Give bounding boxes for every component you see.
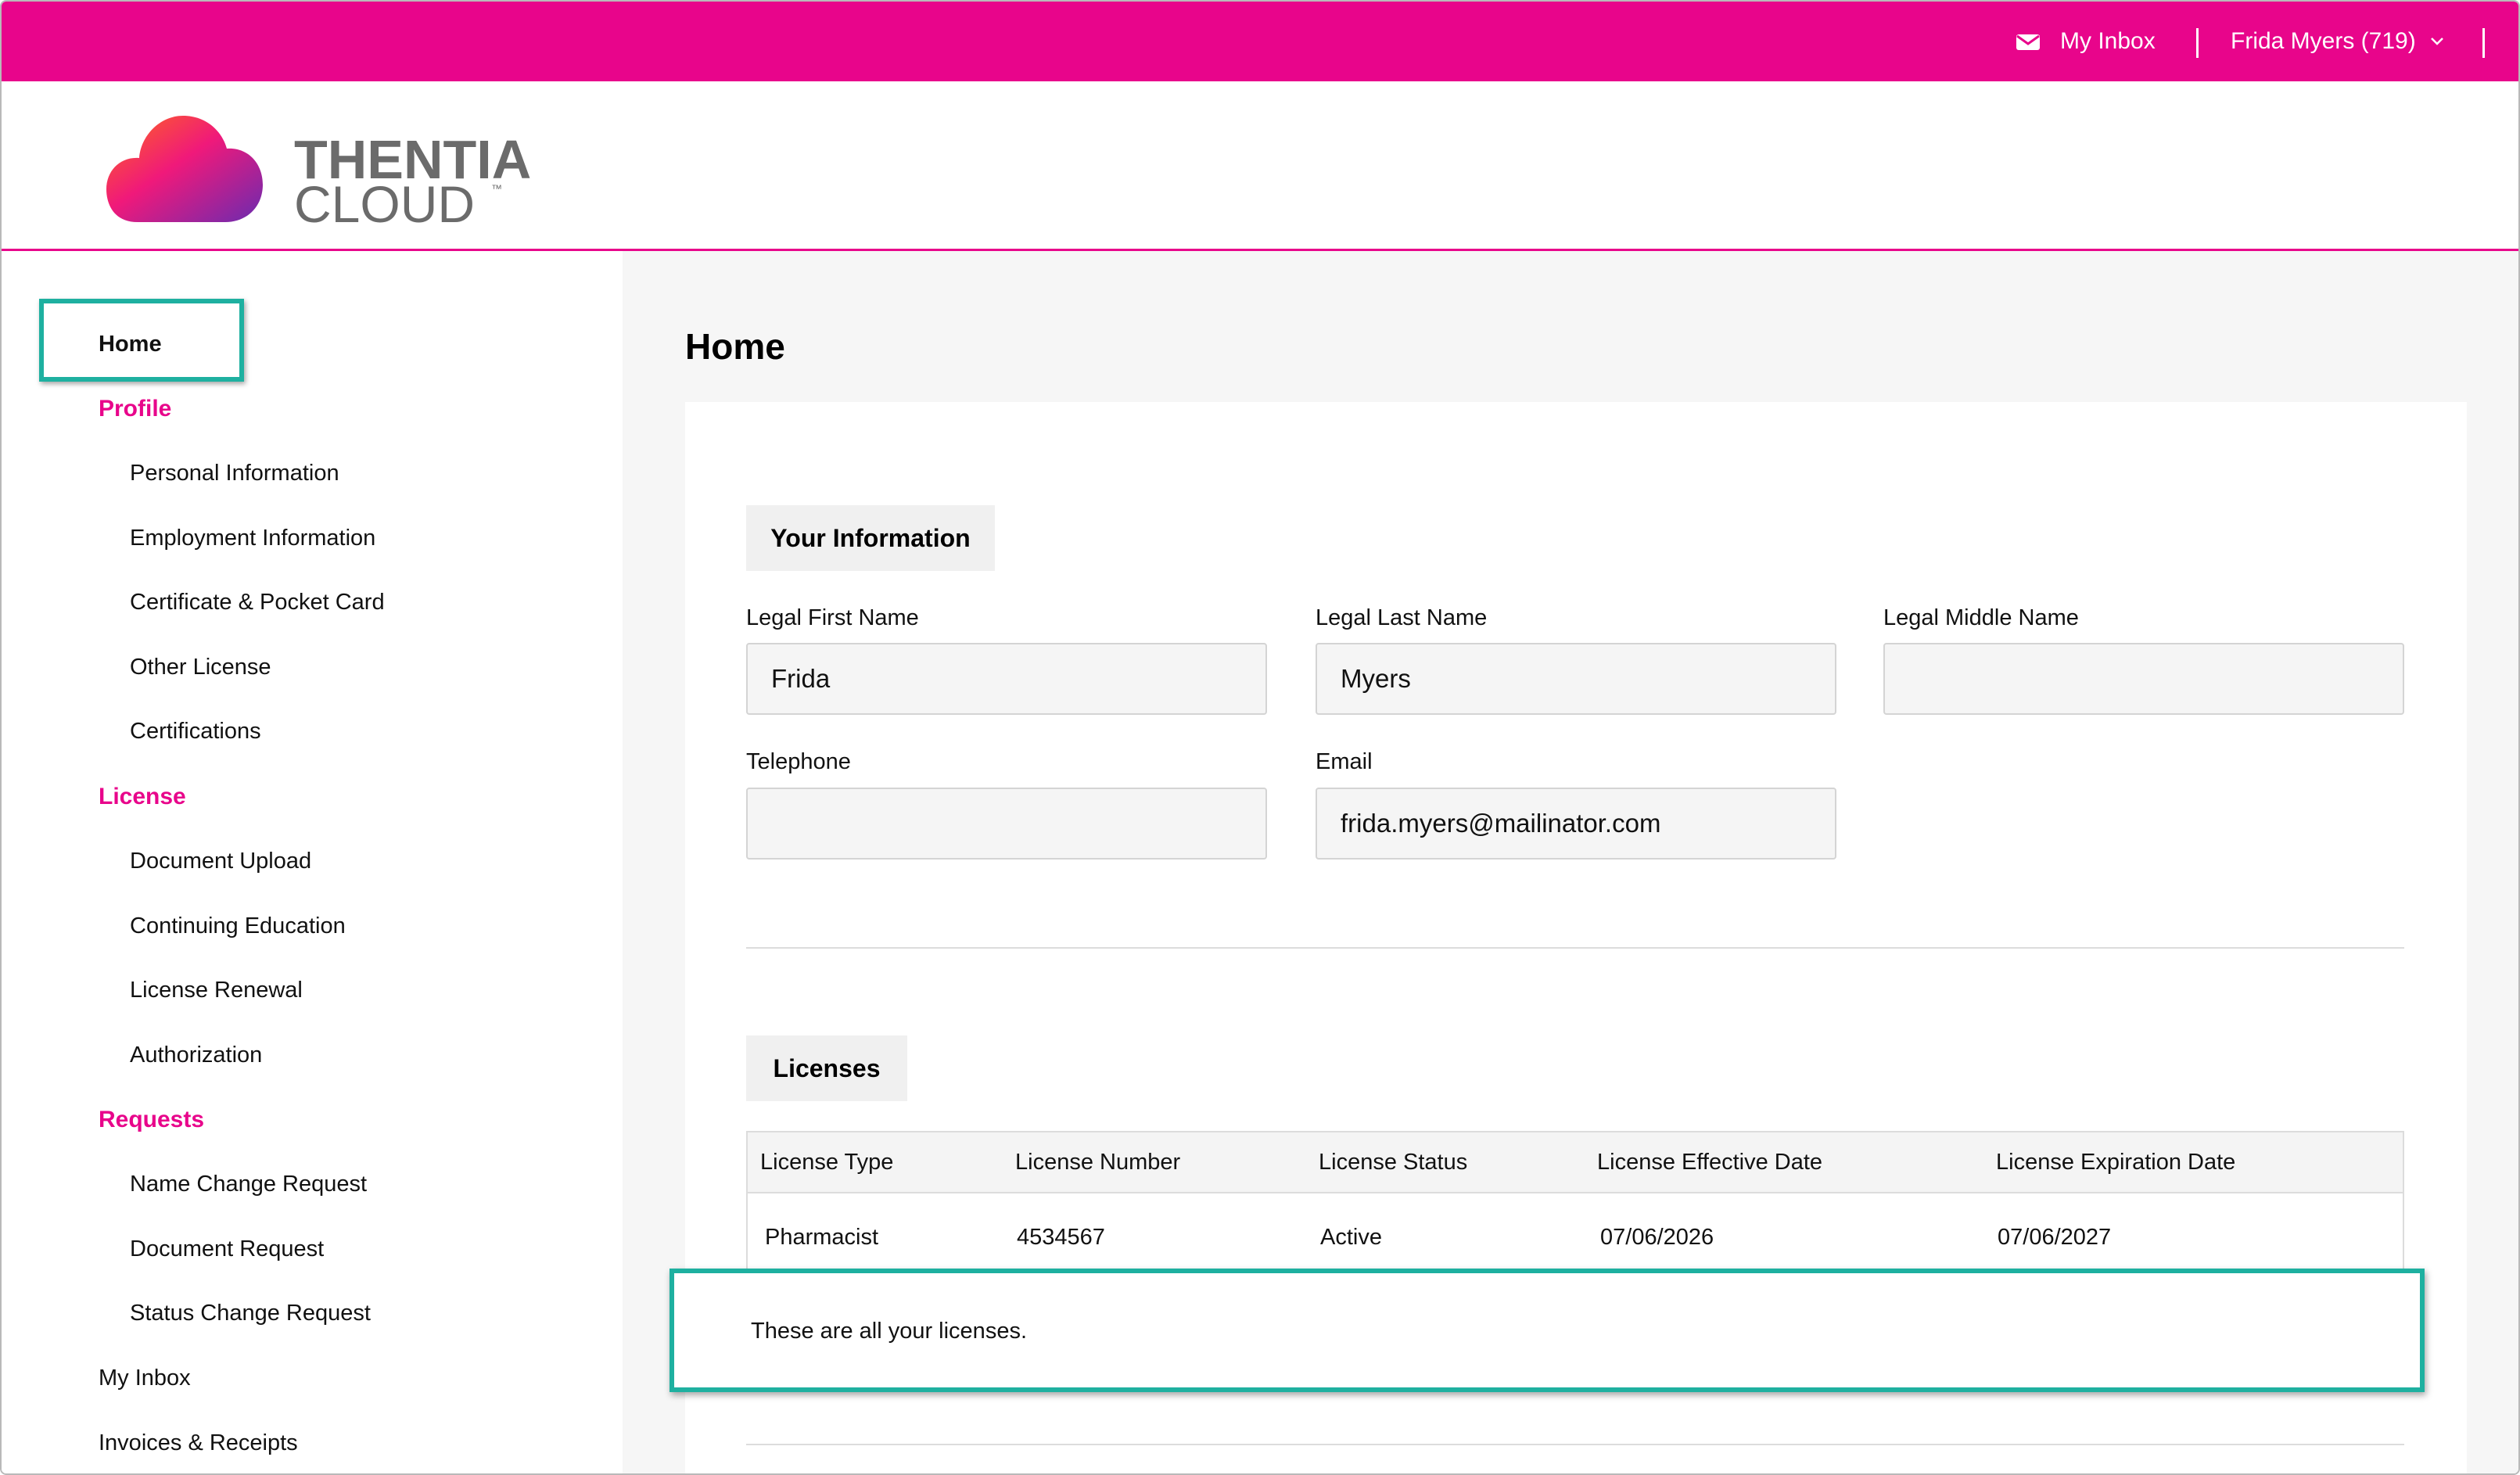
bottom-divider (746, 1444, 2404, 1445)
licenses-heading: Licenses (746, 1035, 907, 1101)
middle-name-label: Legal Middle Name (1883, 605, 2079, 630)
sidebar-item-license-renewal[interactable]: License Renewal (130, 978, 303, 1003)
section-divider (746, 947, 2404, 949)
svg-text:CLOUD: CLOUD (294, 175, 475, 230)
sidebar-item-invoices-receipts[interactable]: Invoices & Receipts (99, 1430, 298, 1456)
home-highlight-box (39, 299, 244, 382)
sidebar-item-name-change-request[interactable]: Name Change Request (130, 1172, 367, 1197)
last-name-field[interactable] (1316, 643, 1836, 715)
first-name-label: Legal First Name (746, 605, 919, 630)
svg-text:™: ™ (491, 182, 502, 195)
top-bar: My Inbox Frida Myers (719) (2, 2, 2518, 81)
sidebar-item-status-change-request[interactable]: Status Change Request (130, 1301, 371, 1326)
licenses-note: These are all your licenses. (751, 1319, 1027, 1344)
telephone-label: Telephone (746, 749, 851, 774)
sidebar-item-authorization[interactable]: Authorization (130, 1043, 262, 1068)
thentia-cloud-logo[interactable]: THENTIA CLOUD ™ (106, 105, 576, 230)
sidebar-section-profile[interactable]: Profile (99, 396, 171, 422)
your-information-heading: Your Information (746, 505, 995, 571)
sidebar-item-certificate-pocket-card[interactable]: Certificate & Pocket Card (130, 590, 385, 615)
table-header: License Type License Number License Stat… (746, 1131, 2404, 1193)
email-label: Email (1316, 749, 1373, 774)
column-header-effective-date[interactable]: License Effective Date (1597, 1150, 1822, 1175)
mail-icon (2016, 34, 2040, 50)
my-inbox-link[interactable]: My Inbox (2016, 2, 2156, 81)
email-field[interactable] (1316, 788, 1836, 860)
topbar-divider-right (2482, 28, 2485, 58)
column-header-license-type[interactable]: License Type (760, 1150, 893, 1175)
cell-effective-date: 07/06/2026 (1600, 1225, 1714, 1250)
column-header-expiration-date[interactable]: License Expiration Date (1996, 1150, 2235, 1175)
app-window: My Inbox Frida Myers (719) THENTIA CLOUD (0, 0, 2520, 1475)
my-inbox-label: My Inbox (2060, 28, 2156, 54)
last-name-label: Legal Last Name (1316, 605, 1488, 630)
sidebar-section-license[interactable]: License (99, 784, 186, 810)
user-name-label: Frida Myers (719) (2231, 28, 2416, 54)
first-name-field[interactable] (746, 643, 1267, 715)
table-row[interactable]: Pharmacist 4534567 Active 07/06/2026 07/… (746, 1193, 2404, 1276)
cell-license-number: 4534567 (1017, 1225, 1105, 1250)
sidebar-item-certifications[interactable]: Certifications (130, 719, 261, 745)
column-header-license-number[interactable]: License Number (1015, 1150, 1180, 1175)
sidebar-item-employment-information[interactable]: Employment Information (130, 526, 375, 551)
middle-name-field[interactable] (1883, 643, 2404, 715)
chevron-down-icon (2430, 38, 2443, 45)
sidebar-item-document-upload[interactable]: Document Upload (130, 849, 311, 874)
cell-license-status: Active (1320, 1225, 1382, 1250)
sidebar-item-continuing-education[interactable]: Continuing Education (130, 913, 346, 939)
sidebar-section-requests[interactable]: Requests (99, 1107, 204, 1133)
sidebar-item-personal-information[interactable]: Personal Information (130, 461, 339, 486)
column-header-license-status[interactable]: License Status (1319, 1150, 1467, 1175)
cell-license-type: Pharmacist (765, 1225, 879, 1250)
page-title: Home (685, 326, 785, 367)
header: THENTIA CLOUD ™ (2, 81, 2518, 251)
sidebar-item-other-license[interactable]: Other License (130, 655, 271, 680)
sidebar-item-document-request[interactable]: Document Request (130, 1236, 324, 1262)
topbar-divider (2196, 28, 2199, 58)
telephone-field[interactable] (746, 788, 1267, 860)
sidebar-item-my-inbox[interactable]: My Inbox (99, 1366, 191, 1391)
cell-expiration-date: 07/06/2027 (1998, 1225, 2112, 1250)
licenses-table: License Type License Number License Stat… (746, 1131, 2404, 1276)
licenses-note-highlight: These are all your licenses. (669, 1269, 2425, 1392)
user-menu[interactable]: Frida Myers (719) (2231, 2, 2444, 81)
